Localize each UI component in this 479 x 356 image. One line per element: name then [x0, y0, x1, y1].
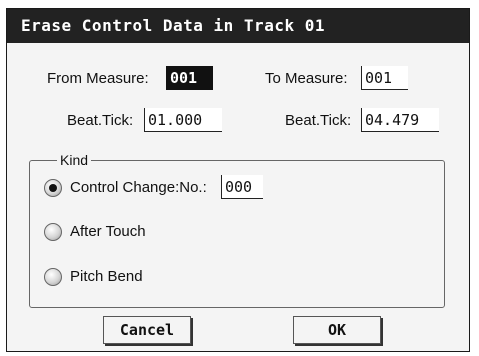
- cc-number-field[interactable]: 000: [221, 175, 263, 199]
- to-beat-tick-field[interactable]: 04.479: [361, 108, 439, 132]
- kind-legend: Kind: [57, 152, 92, 168]
- pitch-bend-label: Pitch Bend: [70, 268, 143, 285]
- to-measure-label: To Measure:: [265, 70, 348, 87]
- from-beat-tick-field[interactable]: 01.000: [144, 108, 222, 132]
- from-measure-label: From Measure:: [47, 70, 149, 87]
- to-measure-field[interactable]: 001: [361, 66, 408, 90]
- ok-button[interactable]: OK: [293, 316, 381, 344]
- after-touch-label: After Touch: [70, 223, 146, 240]
- control-change-label: Control Change:No.:: [70, 179, 207, 196]
- cancel-button[interactable]: Cancel: [103, 316, 191, 344]
- dialog-title: Erase Control Data in Track 01: [7, 9, 469, 43]
- erase-control-data-dialog: Erase Control Data in Track 01 From Meas…: [6, 8, 470, 352]
- from-measure-field[interactable]: 001: [166, 66, 213, 90]
- control-change-radio[interactable]: [44, 179, 62, 197]
- to-beat-tick-label: Beat.Tick:: [285, 112, 352, 129]
- pitch-bend-radio[interactable]: [44, 268, 62, 286]
- from-beat-tick-label: Beat.Tick:: [67, 112, 134, 129]
- after-touch-radio[interactable]: [44, 223, 62, 241]
